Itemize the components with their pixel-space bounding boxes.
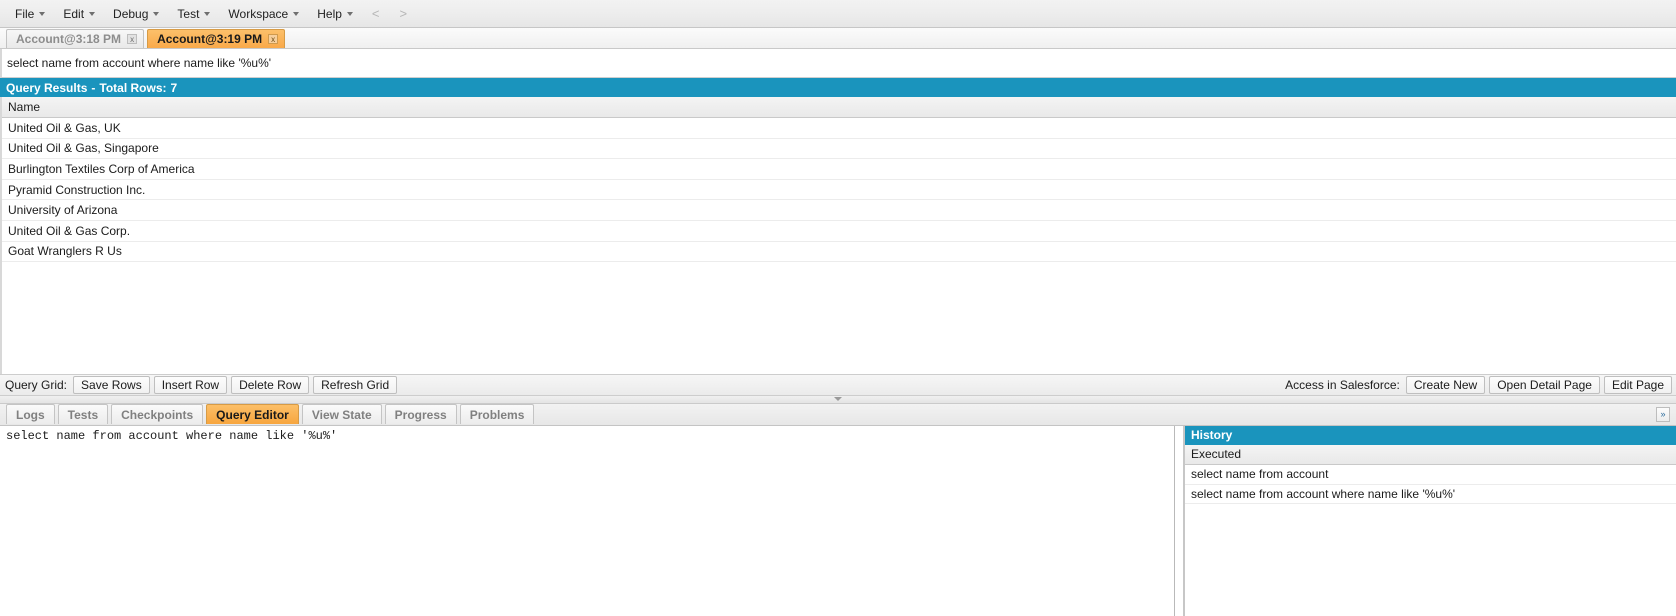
bottom-panel-tab-strip: Logs Tests Checkpoints Query Editor View… (0, 403, 1676, 426)
soql-query-bar (0, 49, 1676, 78)
tab-checkpoints[interactable]: Checkpoints (111, 404, 204, 425)
tab-query-editor[interactable]: Query Editor (206, 404, 299, 425)
document-tab-account-319[interactable]: Account@3:19 PM x (147, 29, 286, 48)
tab-tests[interactable]: Tests (57, 404, 109, 425)
document-tab-strip: Account@3:18 PM x Account@3:19 PM x (0, 28, 1676, 49)
query-results-separator: - (91, 80, 96, 95)
grid-cell-name[interactable]: Pyramid Construction Inc. (2, 183, 145, 197)
collapse-panel-icon[interactable] (834, 396, 842, 401)
menu-item-file-label: File (15, 6, 35, 21)
tab-view-state-label: View State (311, 407, 372, 422)
table-row[interactable]: United Oil & Gas, Singapore (2, 138, 1676, 160)
query-results-rows-count: 7 (170, 80, 178, 95)
tab-progress[interactable]: Progress (384, 404, 457, 425)
history-panel-title: History (1185, 425, 1676, 445)
menu-item-debug[interactable]: Debug (104, 4, 168, 24)
panel-vertical-splitter[interactable] (1175, 425, 1184, 616)
access-in-salesforce-label: Access in Salesforce: (1285, 377, 1400, 392)
tab-problems-label: Problems (469, 407, 525, 422)
document-tab-label: Account@3:18 PM (16, 32, 122, 46)
menu-item-test-label: Test (177, 6, 200, 21)
list-item[interactable]: select name from account where name like… (1185, 484, 1676, 505)
grid-cell-name[interactable]: Goat Wranglers R Us (2, 244, 122, 258)
history-column-header-executed[interactable]: Executed (1185, 444, 1676, 465)
create-new-button[interactable]: Create New (1405, 375, 1486, 394)
delete-row-button[interactable]: Delete Row (231, 375, 310, 394)
menu-item-workspace[interactable]: Workspace (219, 4, 308, 24)
table-row[interactable]: United Oil & Gas Corp. (2, 220, 1676, 242)
document-tab-account-318[interactable]: Account@3:18 PM x (6, 29, 145, 48)
chevron-down-icon (293, 12, 300, 16)
tab-checkpoints-label: Checkpoints (121, 407, 194, 422)
chevron-down-icon (346, 12, 353, 16)
table-row[interactable]: United Oil & Gas, UK (2, 118, 1676, 139)
grid-empty-space (2, 262, 1676, 374)
tab-logs-label: Logs (16, 407, 45, 422)
chevron-double-down-icon[interactable]: » (1656, 406, 1670, 422)
grid-cell-name[interactable]: University of Arizona (2, 203, 117, 217)
table-row[interactable]: Goat Wranglers R Us (2, 241, 1676, 263)
grid-column-header-name[interactable]: Name (2, 100, 40, 114)
refresh-grid-button[interactable]: Refresh Grid (313, 375, 398, 394)
grid-header-row: Name (2, 97, 1676, 118)
save-rows-button[interactable]: Save Rows (73, 375, 150, 394)
close-icon[interactable]: x (268, 34, 279, 44)
query-grid-toolbar: Query Grid: Save Rows Insert Row Delete … (0, 373, 1676, 396)
menu-bar: File Edit Debug Test Workspace Help < > (0, 0, 1676, 28)
menu-item-file[interactable]: File (6, 4, 54, 24)
tab-query-editor-label: Query Editor (216, 407, 289, 422)
list-item[interactable]: select name from account (1185, 464, 1676, 485)
open-detail-page-button[interactable]: Open Detail Page (1489, 375, 1600, 394)
soql-code-editor[interactable]: select name from account where name like… (0, 425, 1175, 616)
document-tab-label: Account@3:19 PM (157, 32, 263, 46)
grid-cell-name[interactable]: United Oil & Gas, UK (2, 121, 121, 135)
tab-nav-prev-icon[interactable]: < (362, 3, 390, 24)
query-results-title: Query Results (6, 80, 88, 95)
menu-item-edit-label: Edit (63, 6, 85, 21)
menu-item-debug-label: Debug (113, 6, 149, 21)
query-grid-label: Query Grid: (5, 377, 68, 392)
menu-item-edit[interactable]: Edit (54, 4, 104, 24)
menu-item-help[interactable]: Help (308, 4, 362, 24)
panel-splitter[interactable] (0, 395, 1676, 404)
tab-nav-next-icon[interactable]: > (390, 3, 418, 24)
history-empty-space (1185, 504, 1676, 616)
insert-row-button[interactable]: Insert Row (153, 375, 228, 394)
query-results-grid: Name United Oil & Gas, UK United Oil & G… (0, 97, 1676, 374)
table-row[interactable]: Pyramid Construction Inc. (2, 179, 1676, 201)
tab-progress-label: Progress (394, 407, 447, 422)
table-row[interactable]: University of Arizona (2, 200, 1676, 221)
tab-problems[interactable]: Problems (459, 404, 535, 425)
menu-item-test[interactable]: Test (168, 4, 219, 24)
chevron-down-icon (89, 12, 96, 16)
close-icon[interactable]: x (127, 34, 138, 44)
grid-cell-name[interactable]: United Oil & Gas Corp. (2, 224, 130, 238)
chevron-down-icon (204, 12, 211, 16)
developer-console-window: File Edit Debug Test Workspace Help < > … (0, 0, 1676, 616)
edit-page-button[interactable]: Edit Page (1603, 375, 1672, 394)
tab-logs[interactable]: Logs (6, 404, 55, 425)
tab-view-state[interactable]: View State (301, 404, 382, 425)
history-panel: History Executed select name from accoun… (1184, 425, 1676, 616)
table-row[interactable]: Burlington Textiles Corp of America (2, 159, 1676, 180)
chevron-down-icon (153, 12, 160, 16)
chevron-down-icon (39, 12, 46, 16)
tab-tests-label: Tests (67, 407, 99, 422)
menu-item-workspace-label: Workspace (228, 6, 289, 21)
grid-cell-name[interactable]: United Oil & Gas, Singapore (2, 141, 159, 155)
soql-query-input[interactable] (5, 56, 1676, 70)
query-results-rows-label: Total Rows: (99, 80, 167, 95)
soql-code-editor-text[interactable]: select name from account where name like… (0, 426, 1174, 443)
query-editor-panel: select name from account where name like… (0, 425, 1676, 616)
query-results-header: Query Results - Total Rows: 7 (0, 78, 1676, 97)
grid-cell-name[interactable]: Burlington Textiles Corp of America (2, 162, 195, 176)
menu-item-help-label: Help (317, 6, 342, 21)
